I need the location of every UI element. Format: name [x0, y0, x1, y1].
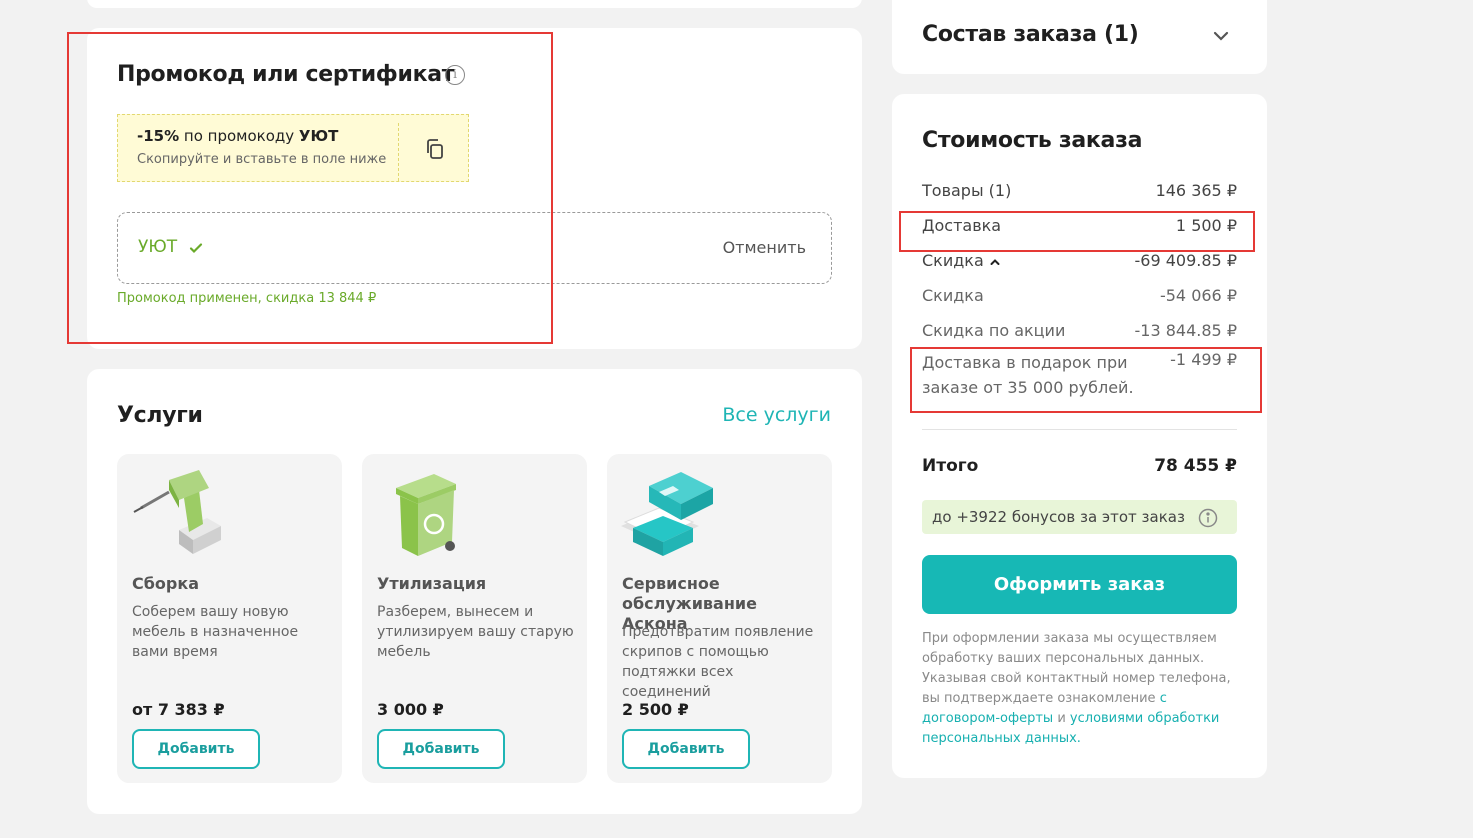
bonus-banner: до +3922 бонусов за этот заказ: [922, 500, 1237, 534]
cost-row-free-delivery: Доставка в подарок при заказе от 35 000 …: [922, 350, 1237, 400]
promo-hint-text: -15% по промокоду УЮТ: [137, 127, 338, 145]
all-services-link[interactable]: Все услуги: [722, 404, 831, 426]
total-value: 78 455 ₽: [1154, 456, 1237, 476]
chevron-up-icon[interactable]: [990, 258, 1000, 266]
promo-card: Промокод или сертификат i -15% по промок…: [87, 28, 862, 349]
sofa-service-icon: [621, 472, 713, 556]
service-description: Предотвратим появление скрипов с помощью…: [622, 624, 814, 700]
cost-label: Товары (1): [922, 181, 1012, 200]
cost-value: -13 844.85 ₽: [1134, 321, 1237, 340]
service-price: от 7 383 ₽: [132, 700, 225, 719]
services-card: Услуги Все услуги Сборка Соберем вашу но…: [87, 369, 862, 814]
add-service-button[interactable]: Добавить: [377, 729, 505, 769]
service-price: 2 500 ₽: [622, 700, 689, 719]
recycle-bin-icon: [396, 474, 456, 556]
cancel-promo-button[interactable]: Отменить: [723, 238, 806, 257]
promo-code-field[interactable]: УЮТ Отменить: [117, 212, 832, 284]
service-card-disposal: Утилизация Разберем, вынесем и утилизиру…: [362, 454, 587, 783]
order-cost-card: Стоимость заказа Товары (1) 146 365 ₽ До…: [892, 94, 1267, 778]
hint-divider: [398, 123, 399, 181]
total-label: Итого: [922, 456, 979, 476]
promo-title: Промокод или сертификат: [117, 62, 455, 87]
cost-value: 1 500 ₽: [1175, 216, 1237, 235]
cost-label: Скидка по акции: [922, 321, 1066, 340]
cost-value: 146 365 ₽: [1155, 181, 1237, 200]
top-card-stub: [87, 0, 862, 8]
bonus-text: до +3922 бонусов за этот заказ: [932, 508, 1185, 526]
divider: [922, 429, 1237, 430]
cost-label: Скидка: [922, 286, 984, 305]
info-icon[interactable]: i: [445, 65, 465, 85]
promo-applied-message: Промокод применен, скидка 13 844 ₽: [117, 291, 377, 306]
cost-value: -69 409.85 ₽: [1134, 251, 1237, 270]
legal-text: При оформлении заказа мы осуществляем об…: [922, 629, 1240, 749]
service-price: 3 000 ₽: [377, 700, 444, 719]
checkout-button[interactable]: Оформить заказ: [922, 555, 1237, 614]
promo-hint-discount: -15%: [137, 127, 180, 145]
cost-value: -54 066 ₽: [1159, 286, 1237, 305]
cost-label: Доставка: [922, 216, 1002, 235]
service-card-maintenance: Сервисное обслуживание Аскона Предотврат…: [607, 454, 832, 783]
service-description: Соберем вашу новую мебель в назначенное …: [132, 604, 299, 660]
promo-hint-code: УЮТ: [298, 127, 339, 145]
cost-value: -1 499 ₽: [1170, 350, 1237, 369]
cost-label: Скидка: [922, 251, 1000, 270]
add-service-button[interactable]: Добавить: [132, 729, 260, 769]
promo-hint-middle: по промокоду: [179, 127, 299, 145]
order-cost-title: Стоимость заказа: [922, 128, 1143, 153]
service-name: Сборка: [132, 574, 200, 593]
order-composition-title: Состав заказа (1): [922, 22, 1139, 47]
discount-label: Скидка: [922, 251, 984, 270]
order-composition-card[interactable]: Состав заказа (1): [892, 0, 1267, 74]
drill-icon: [133, 470, 221, 554]
service-name: Утилизация: [377, 574, 487, 593]
legal-and: и: [1053, 711, 1070, 726]
services-title: Услуги: [117, 403, 203, 428]
check-icon: [189, 243, 203, 254]
promo-hint: -15% по промокоду УЮТ Скопируйте и встав…: [117, 114, 469, 182]
promo-hint-subtext: Скопируйте и вставьте в поле ниже: [137, 152, 387, 167]
legal-body: При оформлении заказа мы осуществляем об…: [922, 631, 1231, 706]
copy-icon[interactable]: [423, 137, 447, 161]
add-service-button[interactable]: Добавить: [622, 729, 750, 769]
service-card-assembly: Сборка Соберем вашу новую мебель в назна…: [117, 454, 342, 783]
cost-label: Доставка в подарок при заказе от 35 000 …: [922, 353, 1134, 397]
service-description: Разберем, вынесем и утилизируем вашу ста…: [377, 604, 574, 660]
promo-code-value: УЮТ: [138, 237, 178, 257]
info-icon[interactable]: [1198, 508, 1218, 528]
chevron-down-icon[interactable]: [1212, 30, 1230, 42]
